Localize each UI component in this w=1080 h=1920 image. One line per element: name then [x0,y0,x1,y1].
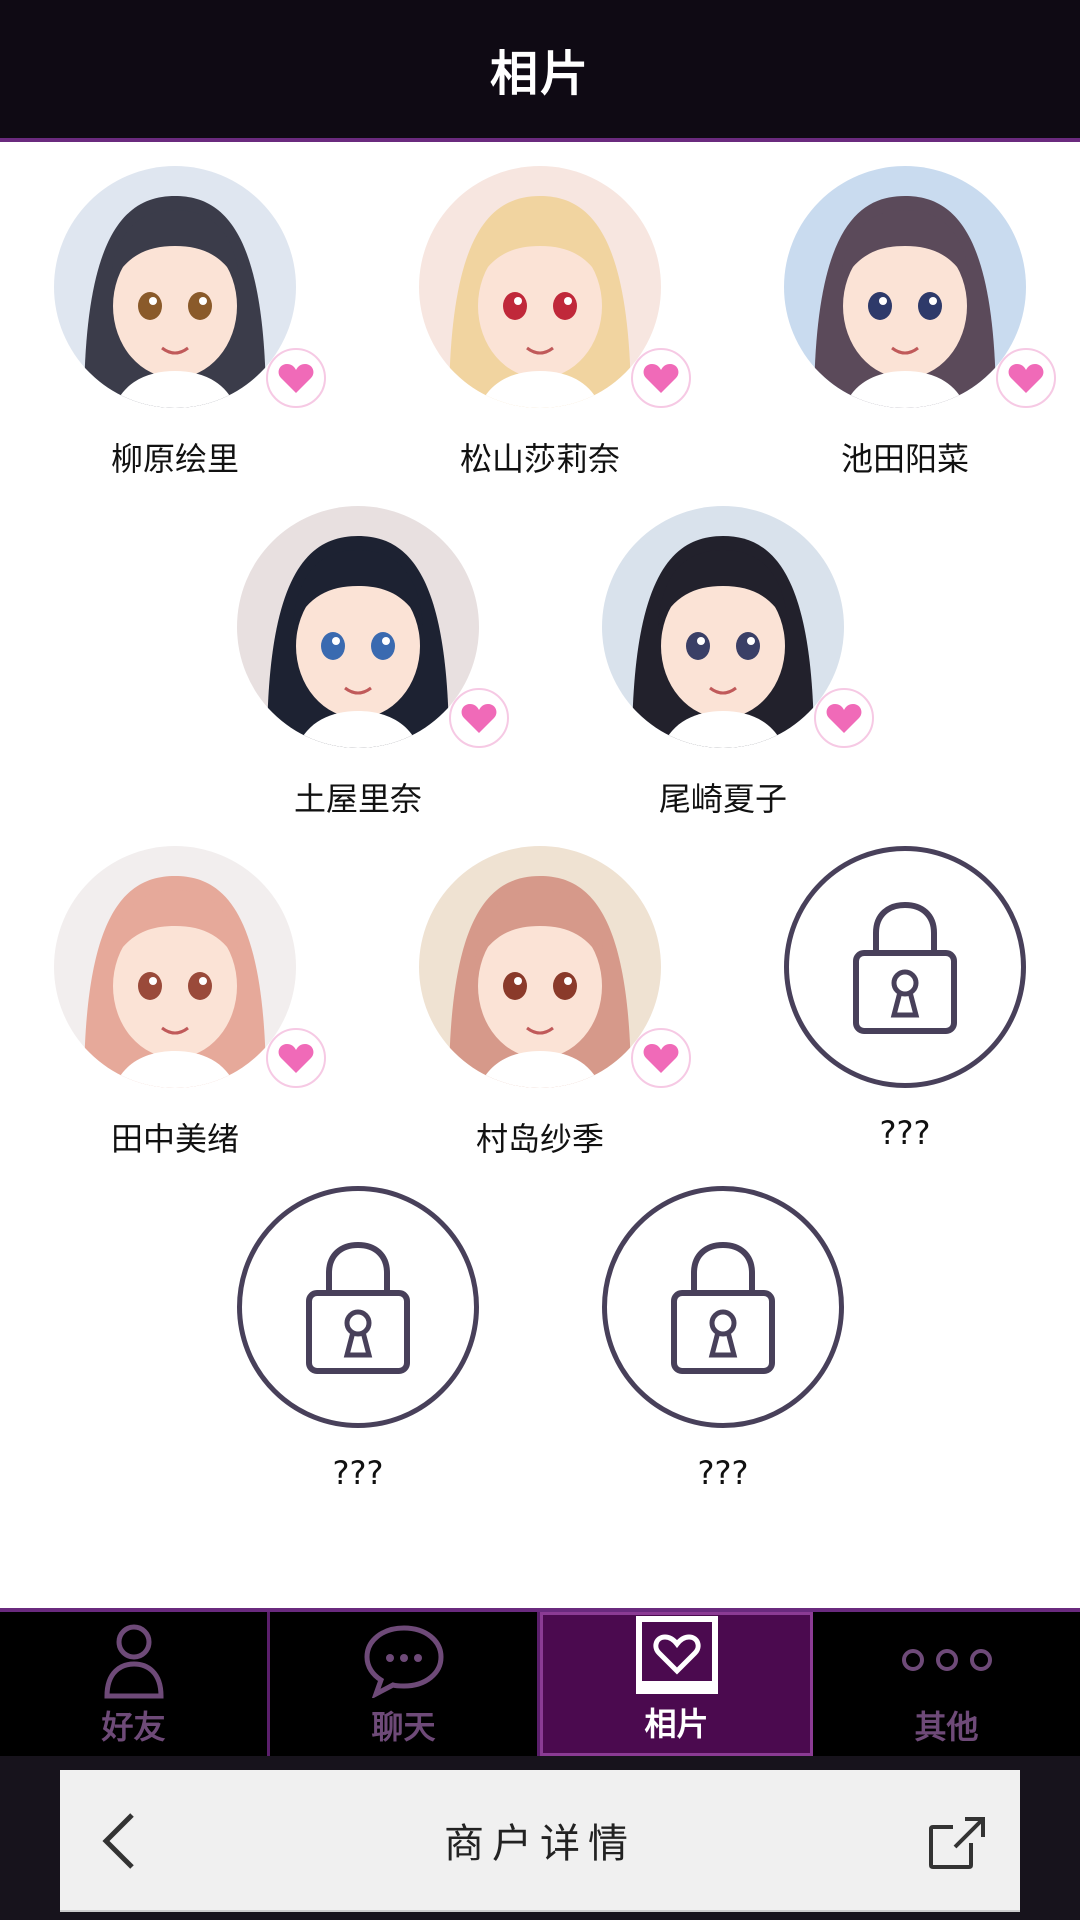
heart-icon [996,348,1056,408]
lock-icon [237,1186,479,1428]
person-icon [99,1618,169,1702]
tab-label: 好友 [101,1708,166,1746]
page-title: 相片 [489,46,590,102]
avatar [237,506,479,748]
contact-card[interactable]: 柳原绘里 [14,166,326,478]
heart-icon [631,348,691,408]
tab-photos[interactable]: 相片 [540,1612,813,1756]
contact-name: ??? [697,1454,749,1492]
app-header: 相片 [0,0,1080,142]
contact-name: 松山莎莉奈 [459,440,620,478]
contact-name: 村岛纱季 [475,1120,604,1158]
heart-icon [814,688,874,748]
contact-name: 柳原绘里 [110,440,239,478]
heart-icon [631,1028,691,1088]
contact-name: 池田阳菜 [840,440,969,478]
contact-card[interactable]: 松山莎莉奈 [379,166,691,478]
avatar [54,846,296,1088]
tab-friends[interactable]: 好友 [0,1612,270,1756]
tab-label: 其他 [914,1708,979,1746]
avatar [419,166,661,408]
contact-card[interactable]: 土屋里奈 [197,506,509,818]
locked-contact-card[interactable]: ??? [744,846,1026,1152]
avatar [602,506,844,748]
tab-label: 聊天 [371,1708,436,1746]
lock-icon [602,1186,844,1428]
contact-name: 土屋里奈 [293,780,422,818]
avatar [784,166,1026,408]
photo-heart-icon [635,1615,719,1699]
contact-name: ??? [879,1114,931,1152]
more-dots-icon [897,1618,997,1702]
locked-contact-card[interactable]: ??? [197,1186,479,1492]
lock-icon [784,846,1026,1088]
mini-program-navbar: 商户详情 [60,1770,1020,1912]
share-icon[interactable] [922,1806,992,1876]
locked-contact-card[interactable]: ??? [562,1186,844,1492]
contact-card[interactable]: 村岛纱季 [379,846,691,1158]
tab-chat[interactable]: 聊天 [270,1612,540,1756]
contact-name: 田中美绪 [110,1120,239,1158]
heart-icon [266,1028,326,1088]
contact-name: ??? [332,1454,384,1492]
contact-card[interactable]: 田中美绪 [14,846,326,1158]
contact-card[interactable]: 尾崎夏子 [562,506,874,818]
back-chevron-icon[interactable] [88,1806,148,1876]
chat-bubble-icon [362,1618,446,1702]
tab-label: 相片 [644,1705,709,1743]
photo-grid: 柳原绘里 松山莎莉奈 池田阳菜 土屋里奈 尾崎夏子 田中美绪 村岛纱季 ??? … [0,142,1080,1602]
contact-card[interactable]: 池田阳菜 [744,166,1056,478]
mini-program-title: 商户详情 [444,1821,636,1867]
avatar [419,846,661,1088]
bottom-tab-bar: 好友 聊天 相片 其他 [0,1608,1080,1760]
tab-more[interactable]: 其他 [813,1612,1080,1756]
heart-icon [266,348,326,408]
heart-icon [449,688,509,748]
contact-name: 尾崎夏子 [658,780,787,818]
avatar [54,166,296,408]
